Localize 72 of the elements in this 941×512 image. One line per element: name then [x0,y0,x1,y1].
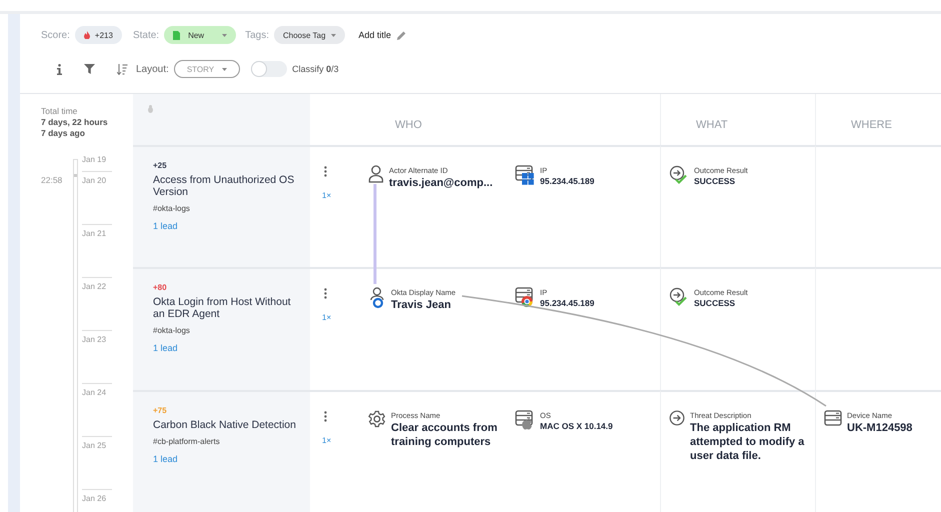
more-icon[interactable] [322,288,329,299]
info-icon[interactable] [57,64,62,74]
more-icon[interactable] [322,411,329,422]
gear-icon [368,410,386,428]
field-value: 95.234.45.189 [540,298,594,309]
date-label: Jan 21 [82,224,112,277]
story-card[interactable]: +80 Okta Login from Host Without an EDR Agent #okta-logs 1 lead [133,267,310,390]
tag-text: #okta-logs [153,204,191,213]
column-header: WHAT [696,119,728,131]
flame-icon [84,31,90,39]
date-label: Jan 24 [82,383,112,436]
duration-text: 7 days, 22 hours [41,117,109,128]
tag-text: #cb-platform-alerts [153,437,221,446]
column-header: WHO [395,119,422,131]
caret-icon [222,34,228,36]
total-time-label: Total time [41,106,78,116]
field-value: Clear accounts from training computers [391,421,498,449]
caret-icon [222,68,228,70]
date-label: Jan 19 [82,155,108,166]
user-icon [368,287,386,309]
server-icon [515,410,535,432]
story-card[interactable]: +75 Carbon Black Native Detection #cb-platform-alerts 1 lead [133,390,310,512]
score-text: +25 [153,161,168,170]
time-label: 22:58 [41,174,64,187]
tags-label: Tags: [245,30,269,40]
field-value: Travis Jean [391,298,452,312]
field-value: 95.234.45.189 [540,176,594,187]
filter-icon[interactable] [84,64,95,74]
field-value: UK-M124598 [847,421,912,435]
field-value: MAC OS X 10.14.9 [540,421,613,432]
count-text: 1× [322,191,332,200]
field-value: travis.jean@comp... [389,176,493,190]
classify-label: Classify 0/3 [292,64,339,74]
server-icon [515,165,535,186]
state-dropdown[interactable]: New [164,26,236,44]
layout-label: Layout: [136,64,169,74]
field-value: The application RM attempted to modify a user data file. [690,421,806,463]
server-icon [515,287,535,308]
column-header: WHERE [851,119,892,131]
date-label: Jan 22 [82,277,112,330]
score-label: Score: [41,30,70,40]
score-badge: +213 [74,26,122,44]
sort-icon[interactable] [117,64,128,74]
tag-dropdown[interactable]: Choose Tag [274,26,345,44]
classify-toggle[interactable] [251,61,288,77]
count-text: 1× [322,436,332,445]
server-icon [824,410,842,426]
field-value: SUCCESS [694,298,736,309]
pencil-icon[interactable] [397,30,406,40]
date-label: Jan 26 [82,489,112,512]
story-title: Okta Login from Host Without an EDR Agent [153,296,292,320]
story-card[interactable]: +25 Access from Unauthorized OS Version #okta-logs 1 lead [133,145,310,267]
arrow-check-icon [669,287,689,307]
date-label: Jan 20 [82,171,112,224]
story-title: Carbon Black Native Detection [153,419,297,431]
score-text: +80 [153,283,168,292]
arrow-check-icon [669,165,689,185]
state-label: State: [132,30,160,40]
score-text: +75 [153,406,168,415]
caret-icon [330,34,336,36]
document-icon [173,30,180,40]
more-icon[interactable] [322,166,329,177]
field-value: SUCCESS [694,176,736,187]
date-label: Jan 25 [82,436,112,489]
count-text: 1× [322,313,332,322]
date-label: Jan 23 [82,330,112,383]
tag-text: #okta-logs [153,326,191,335]
arrow-circle-icon [669,410,685,426]
story-title: Access from Unauthorized OS Version [153,174,296,198]
add-title-link[interactable]: Add title [358,30,392,40]
user-icon [368,165,384,183]
ago-text: 7 days ago [41,128,86,139]
